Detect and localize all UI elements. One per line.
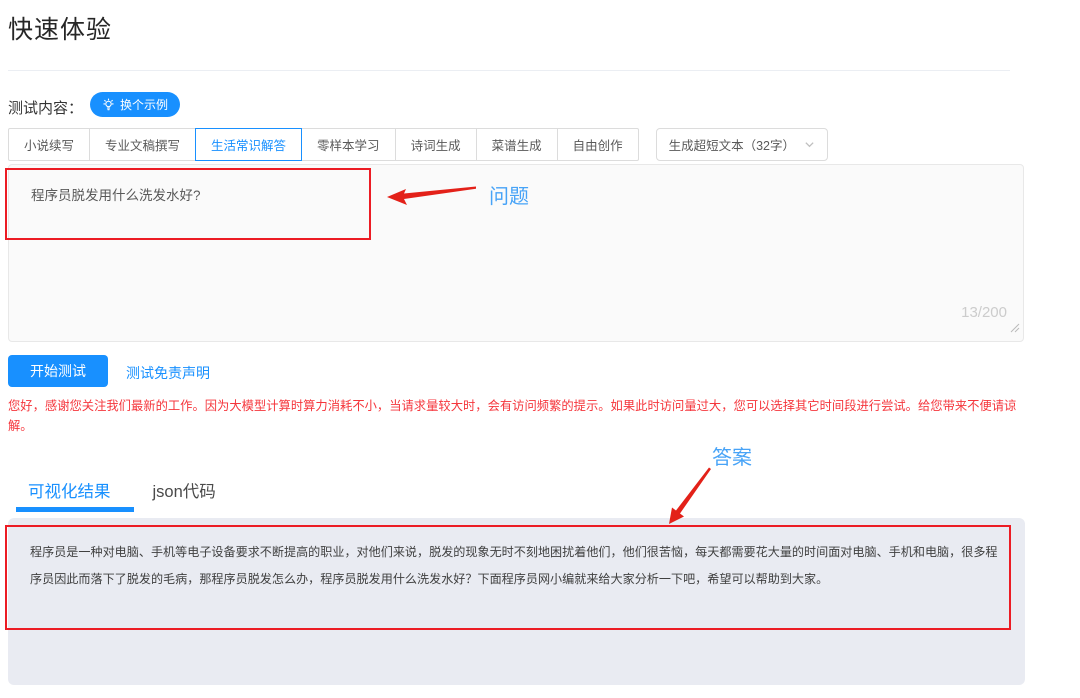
tab-visual-result[interactable]: 可视化结果 [28,478,111,502]
output-length-select[interactable]: 生成超短文本（32字） [656,128,828,161]
start-test-button[interactable]: 开始测试 [8,355,108,387]
answer-annotation-label: 答案 [712,441,752,470]
example-tab-group: 小说续写 专业文稿撰写 生活常识解答 零样本学习 诗词生成 菜谱生成 自由创作 … [8,128,828,161]
page-title: 快速体验 [8,10,112,46]
char-count: 13/200 [961,304,1007,321]
chevron-down-icon [804,139,815,150]
result-panel: 程序员是一种对电脑、手机等电子设备要求不断提高的职业，对他们来说，脱发的现象无时… [8,518,1025,685]
answer-arrow-icon [669,468,711,525]
test-input-textarea[interactable]: 程序员脱发用什么洗发水好? [9,165,1023,341]
example-tab-novel[interactable]: 小说续写 [8,128,90,161]
example-tab-poetry[interactable]: 诗词生成 [395,128,477,161]
result-text: 程序员是一种对电脑、手机等电子设备要求不断提高的职业，对他们来说，脱发的现象无时… [8,518,1025,593]
output-length-value: 生成超短文本（32字） [669,135,795,154]
example-tab-free-creation[interactable]: 自由创作 [557,128,639,161]
quick-experience-page: 快速体验 测试内容： 换个示例 小说续写 专业文稿撰写 生活常识解答 零样本学习… [0,0,1080,698]
test-content-label: 测试内容： [8,97,83,118]
change-example-label: 换个示例 [120,96,168,113]
lightbulb-icon [102,98,115,111]
header-divider [8,70,1010,71]
traffic-notice-text: 您好，感谢您关注我们最新的工作。因为大模型计算时算力消耗不小，当请求量较大时，会… [8,396,1022,436]
example-tab-zero-shot[interactable]: 零样本学习 [301,128,396,161]
example-tab-professional-doc[interactable]: 专业文稿撰写 [89,128,196,161]
disclaimer-link[interactable]: 测试免责声明 [126,363,210,383]
active-tab-underline [16,507,134,512]
example-tab-life-knowledge[interactable]: 生活常识解答 [195,128,302,161]
test-input-container: 程序员脱发用什么洗发水好? 13/200 [8,164,1024,342]
example-tab-recipe[interactable]: 菜谱生成 [476,128,558,161]
tab-json-code[interactable]: json代码 [153,478,216,502]
result-tab-bar: 可视化结果 json代码 [28,478,216,502]
resize-handle-icon[interactable] [1010,320,1020,338]
change-example-button[interactable]: 换个示例 [90,92,180,117]
